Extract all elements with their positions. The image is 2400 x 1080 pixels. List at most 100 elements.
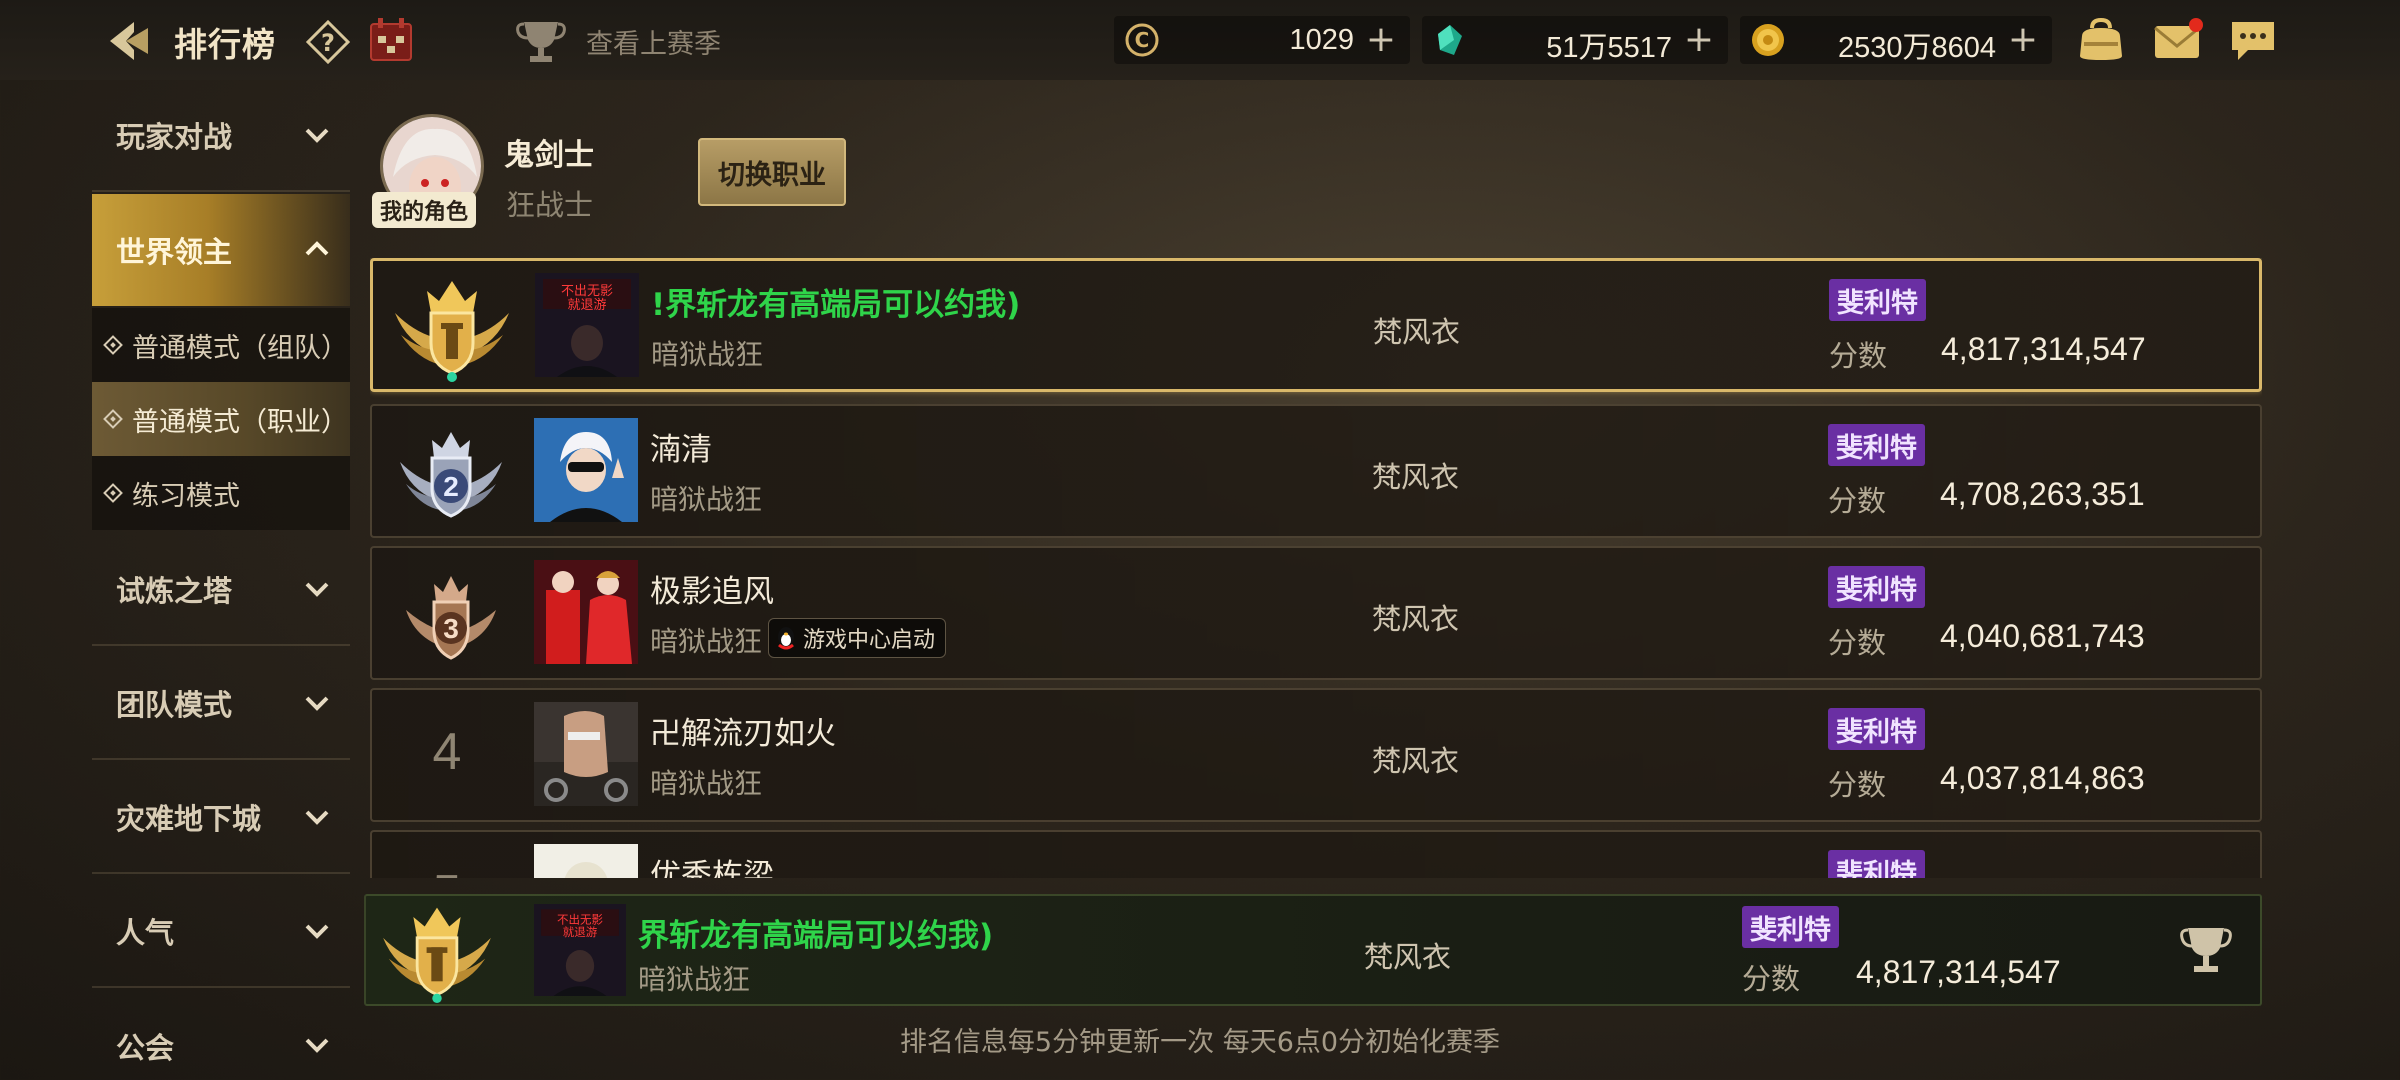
score-value: 4,037,814,863 — [1940, 760, 2145, 796]
chat-icon[interactable] — [2228, 16, 2278, 64]
currency-crystal: 51万5517 + — [1422, 16, 1728, 64]
c-coin-icon: C — [1125, 23, 1159, 57]
sidebar-subitem-class-mode[interactable]: 普通模式（职业） — [92, 382, 350, 456]
svg-text:?: ? — [321, 29, 335, 57]
score-label: 分数 — [1828, 626, 1887, 660]
player-avatar[interactable] — [534, 418, 638, 522]
score-label: 分数 — [1742, 962, 1801, 996]
my-rank-bar: 不出无影 就退游 界斩龙有高端局可以约我) 暗狱战狂 梵风衣 斐利特 分数 4,… — [364, 894, 2262, 1006]
sidebar-item-pvp[interactable]: 玩家对战 — [92, 80, 350, 192]
sidebar-item-label: 灾难地下城 — [116, 802, 262, 836]
player-class: 暗狱战狂 — [650, 767, 763, 800]
top-bar: 排行榜 ? 查看上赛季 C 1029 + 51万5517 + 2530万8604… — [0, 0, 2400, 80]
sidebar-item-popularity[interactable]: 人气 — [92, 876, 350, 988]
ranking-list[interactable]: 不出无影 就退游 !界斩龙有高端局可以约我) 暗狱战狂 梵风衣 斐利特 分数 4… — [370, 258, 2262, 878]
ranking-row[interactable]: 不出无影 就退游 !界斩龙有高端局可以约我) 暗狱战狂 梵风衣 斐利特 分数 4… — [370, 258, 2262, 392]
my-character-badge: 我的角色 — [372, 192, 477, 228]
player-name: 湳清 — [650, 432, 712, 468]
currency-ceramic: C 1029 + — [1114, 16, 1410, 64]
svg-text:C: C — [1135, 28, 1150, 52]
prev-season-button[interactable]: 查看上赛季 — [516, 16, 721, 66]
score-value: 4,708,263,351 — [1940, 476, 2145, 512]
sidebar-subitem-label: 普通模式（组队） — [132, 332, 348, 364]
currency-gold: 2530万8604 + — [1740, 16, 2052, 64]
diamond-bullet-icon — [103, 409, 123, 429]
ranking-row[interactable]: 2 湳清 暗狱战狂 梵风衣 斐利特 分数 4,708,263,351 — [370, 404, 2262, 538]
prev-season-label: 查看上赛季 — [586, 28, 721, 60]
player-avatar[interactable]: 不出无影 就退游 — [535, 273, 639, 377]
player-name: 卍解流刃如火 — [650, 716, 836, 752]
server-badge: 斐利特 — [1829, 279, 1926, 321]
sidebar-item-trial-tower[interactable]: 试炼之塔 — [92, 534, 350, 646]
switch-class-button[interactable]: 切换职业 — [698, 138, 846, 206]
server-badge: 斐利特 — [1828, 566, 1925, 608]
sidebar-item-disaster-dungeon[interactable]: 灾难地下城 — [92, 762, 350, 874]
player-outfit: 梵风衣 — [1372, 460, 1460, 494]
server-badge: 斐利特 — [1742, 906, 1839, 948]
player-name: 界斩龙有高端局可以约我) — [638, 918, 994, 954]
score-value: 4,817,314,547 — [1941, 331, 2146, 367]
player-avatar[interactable] — [534, 702, 638, 806]
sidebar: 玩家对战 世界领主 普通模式（组队） 普通模式（职业） 练习模式 试炼之塔 团队… — [92, 80, 350, 1080]
diamond-bullet-icon — [103, 335, 123, 355]
ranking-row[interactable]: 3 极影追风 暗狱战狂 游戏中心启动 梵风衣 斐利特 分数 4,040,681,… — [370, 546, 2262, 680]
sidebar-item-world-lord[interactable]: 世界领主 — [92, 194, 350, 306]
sidebar-item-label: 世界领主 — [116, 235, 233, 269]
rank-number: 4 — [432, 723, 462, 781]
gold-coin-icon — [1752, 24, 1784, 56]
player-outfit: 梵风衣 — [1373, 315, 1461, 349]
player-class: 暗狱战狂 — [651, 338, 764, 371]
chevron-down-icon — [305, 128, 329, 143]
server-badge: 斐利特 — [1828, 850, 1925, 878]
my-character-class: 狂战士 — [506, 188, 594, 222]
chevron-down-icon — [305, 696, 329, 711]
add-currency-button[interactable]: + — [2008, 20, 2038, 60]
page-title: 排行榜 — [174, 25, 276, 64]
player-name: 极影追风 — [650, 574, 774, 610]
sidebar-subitem-label: 练习模式 — [132, 480, 240, 512]
currency-value: 2530万8604 — [1837, 32, 1996, 64]
penguin-icon — [778, 627, 794, 650]
trophy-icon — [516, 22, 566, 62]
gold-medal-icon — [395, 281, 509, 382]
player-avatar[interactable] — [534, 844, 638, 878]
ranking-row[interactable]: 5 优秀栋梁 斐利特 — [370, 830, 2262, 878]
silver-medal-icon: 2 — [400, 432, 502, 518]
svg-text:不出无影: 不出无影 — [561, 284, 613, 299]
score-label: 分数 — [1828, 484, 1887, 518]
chevron-down-icon — [305, 582, 329, 597]
sidebar-item-label: 试炼之塔 — [116, 574, 233, 608]
player-name: !界斩龙有高端局可以约我) — [651, 287, 1021, 323]
player-avatar[interactable]: 不出无影 就退游 — [534, 904, 626, 996]
trophy-icon[interactable] — [2178, 924, 2234, 976]
svg-text:3: 3 — [443, 613, 459, 644]
sidebar-item-label: 人气 — [116, 916, 175, 950]
game-center-badge: 游戏中心启动 — [768, 618, 947, 658]
update-info-text: 排名信息每5分钟更新一次 每天6点0分初始化赛季 — [899, 1027, 1501, 1058]
score-value: 4,817,314,547 — [1856, 954, 2061, 990]
sidebar-item-label: 团队模式 — [116, 688, 233, 722]
diamond-bullet-icon — [103, 483, 123, 503]
player-class: 暗狱战狂 — [650, 625, 763, 658]
my-character-name: 鬼剑士 — [504, 138, 594, 173]
server-badge: 斐利特 — [1828, 424, 1925, 466]
chevron-down-icon — [305, 924, 329, 939]
add-currency-button[interactable]: + — [1684, 20, 1714, 60]
help-icon[interactable]: ? — [305, 19, 351, 65]
bag-icon[interactable] — [2076, 16, 2126, 64]
chevron-down-icon — [305, 810, 329, 825]
add-currency-button[interactable]: + — [1366, 20, 1396, 60]
back-arrow-icon[interactable] — [104, 16, 154, 66]
calendar-icon[interactable] — [368, 16, 414, 64]
player-outfit: 梵风衣 — [1372, 744, 1460, 778]
sidebar-item-team-mode[interactable]: 团队模式 — [92, 648, 350, 760]
server-badge: 斐利特 — [1828, 708, 1925, 750]
ranking-row[interactable]: 4 卍解流刃如火 暗狱战狂 梵风衣 斐利特 分数 4,037,814,863 — [370, 688, 2262, 822]
player-name: 优秀栋梁 — [650, 858, 774, 878]
score-value: 4,040,681,743 — [1940, 618, 2145, 654]
sidebar-subitem-team-mode[interactable]: 普通模式（组队） — [92, 308, 350, 382]
player-avatar[interactable] — [534, 560, 638, 664]
mail-icon[interactable] — [2152, 16, 2203, 64]
sidebar-subitem-practice-mode[interactable]: 练习模式 — [92, 456, 350, 530]
svg-text:就退游: 就退游 — [563, 925, 598, 939]
